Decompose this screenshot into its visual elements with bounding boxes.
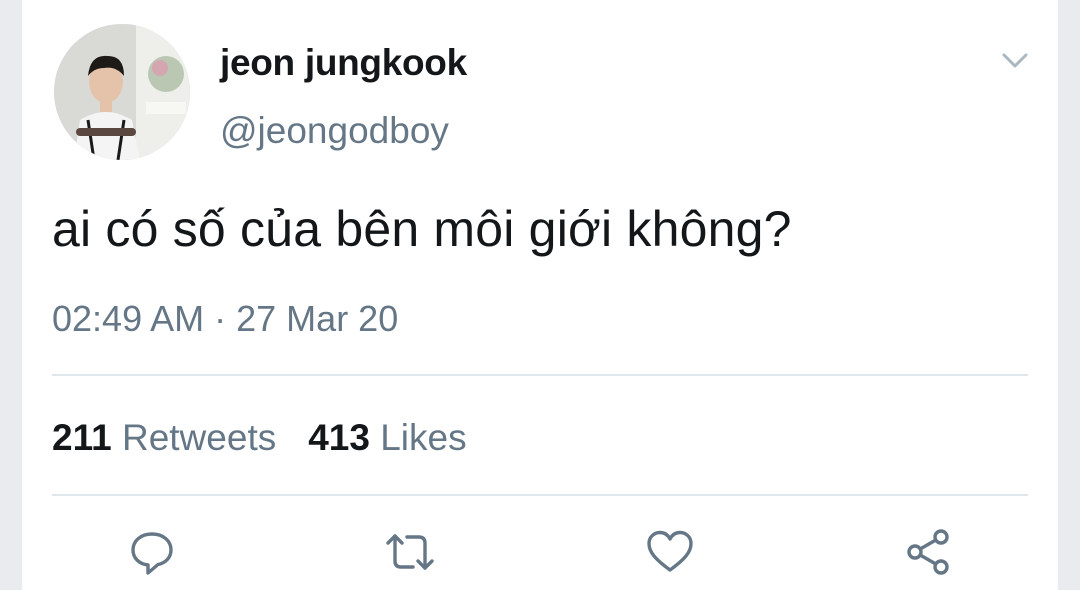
avatar[interactable]: [54, 24, 190, 160]
divider: [52, 374, 1028, 376]
divider: [52, 494, 1028, 496]
retweets-count: 211: [52, 417, 112, 458]
reply-button[interactable]: [124, 524, 180, 580]
like-button[interactable]: [642, 524, 698, 580]
reply-icon: [131, 532, 173, 575]
likes-stat[interactable]: 413 Likes: [308, 417, 466, 458]
chevron-down-icon[interactable]: [998, 46, 1032, 76]
tweet-date: 27 Mar 20: [236, 298, 399, 339]
timestamp-separator: ·: [214, 298, 227, 339]
tweet-text: ai có số của bên môi giới không?: [52, 201, 792, 257]
tweet-timestamp: 02:49 AM · 27 Mar 20: [52, 298, 398, 340]
retweets-stat[interactable]: 211 Retweets: [52, 417, 276, 458]
retweet-icon: [386, 534, 434, 570]
retweets-label: Retweets: [121, 417, 277, 458]
share-icon: [907, 529, 949, 575]
tweet-card: jeon jungkook @jeongodboy ai có số của b…: [22, 0, 1058, 590]
author-handle[interactable]: @jeongodboy: [220, 110, 449, 152]
author-name[interactable]: jeon jungkook: [220, 42, 467, 84]
likes-count: 413: [308, 417, 370, 458]
heart-icon: [647, 530, 693, 572]
tweet-stats: 211 Retweets 413 Likes: [52, 417, 499, 459]
tweet-time: 02:49 AM: [52, 298, 205, 339]
share-button[interactable]: [900, 524, 956, 580]
likes-label: Likes: [380, 417, 467, 458]
retweet-button[interactable]: [382, 524, 438, 580]
